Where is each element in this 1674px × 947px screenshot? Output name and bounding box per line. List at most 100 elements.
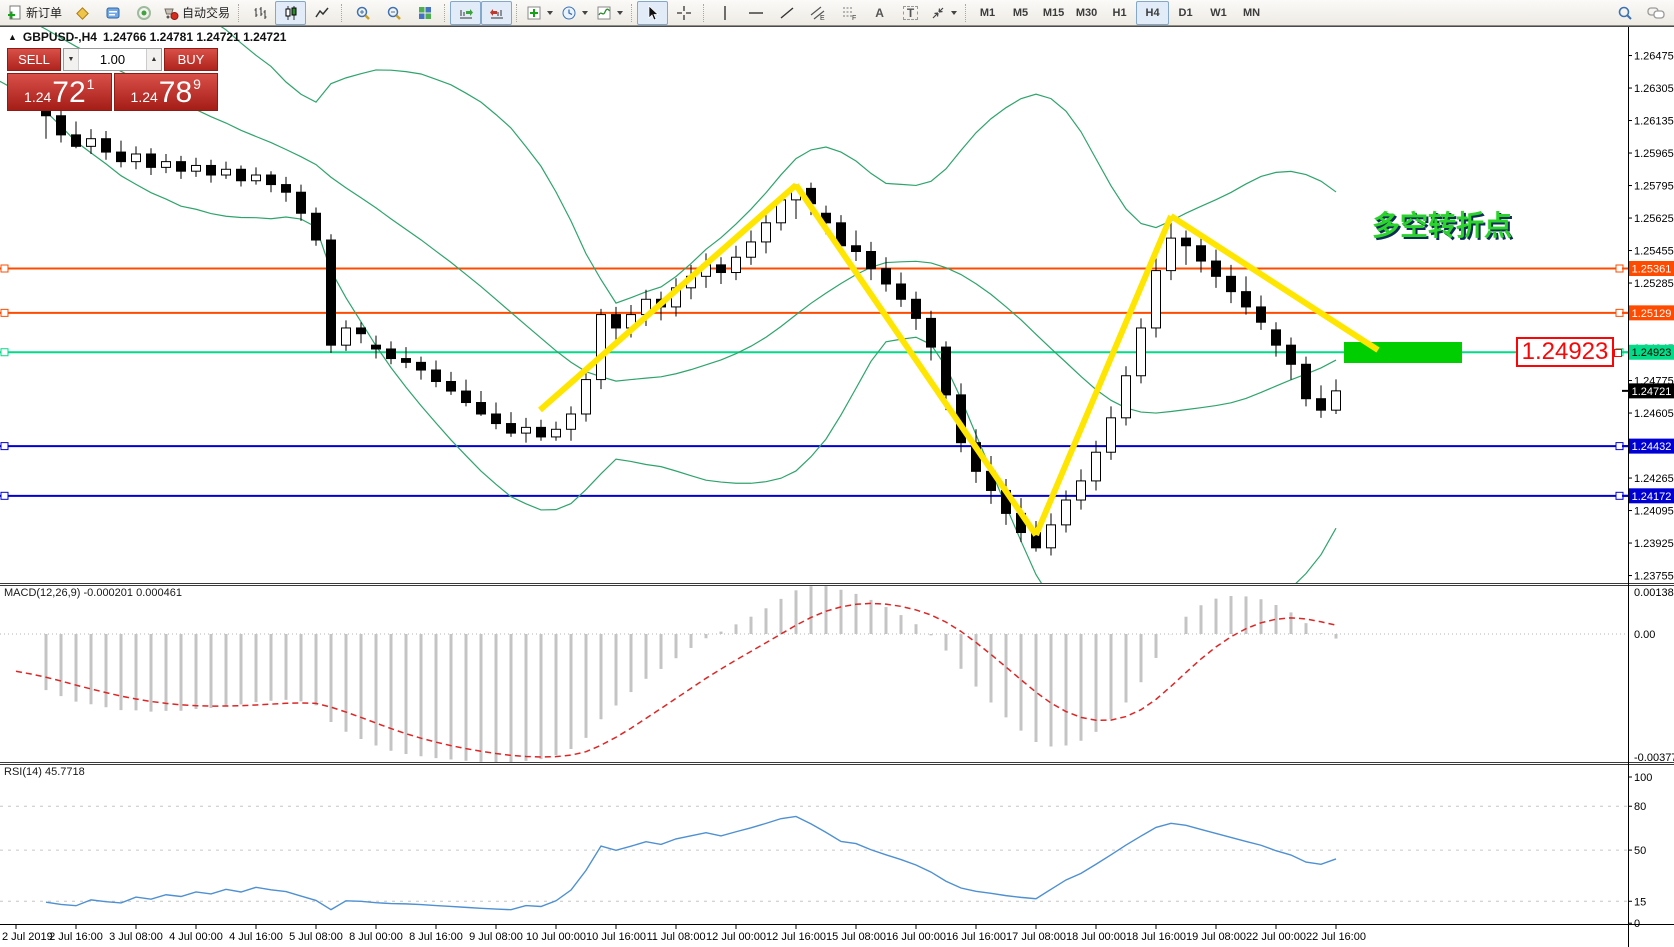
template-icon — [596, 5, 612, 21]
zoom-out-button[interactable] — [378, 1, 409, 25]
terminal-button[interactable] — [97, 1, 128, 25]
new-order-label: 新订单 — [26, 4, 62, 21]
fibonacci-icon: F — [841, 5, 857, 21]
time-axis-label: 22 Jul 00:00 — [1246, 931, 1306, 943]
axis-label: 1.24265 — [1634, 473, 1674, 485]
autotrading-label: 自动交易 — [182, 4, 230, 21]
timeframe-m1-button[interactable]: M1 — [971, 1, 1004, 25]
ohlc-values: 1.24766 1.24781 1.24721 1.24721 — [103, 30, 287, 44]
arrows-tool-button[interactable] — [926, 1, 961, 25]
macd-indicator-label: MACD(12,26,9) -0.000201 0.000461 — [4, 587, 182, 599]
candlestick-chart-button[interactable] — [275, 1, 306, 25]
toolbar-separator — [341, 4, 343, 22]
line-handle[interactable] — [1, 443, 8, 450]
metaeditor-button[interactable] — [66, 1, 97, 25]
periods-button[interactable] — [557, 1, 592, 25]
bar-chart-button[interactable] — [244, 1, 275, 25]
search-button[interactable] — [1609, 1, 1640, 25]
macd-signal-value: 0.000461 — [136, 587, 182, 599]
timeframe-h1-button[interactable]: H1 — [1103, 1, 1136, 25]
chevron-down-icon — [582, 11, 588, 15]
autotrading-button[interactable]: 自动交易 — [159, 1, 234, 25]
line-handle[interactable] — [1616, 309, 1623, 316]
toolbar-separator — [516, 4, 518, 22]
volume-decrease-button[interactable]: ▼ — [64, 49, 79, 70]
auto-scroll-button[interactable] — [450, 1, 481, 25]
buy-button[interactable]: BUY — [164, 48, 218, 71]
buy-price-panel[interactable]: 1.24 78 9 — [114, 73, 219, 111]
macd-main-value: -0.000201 — [83, 587, 133, 599]
candlestick-chart-icon — [283, 5, 299, 21]
text-label-tool-button[interactable]: T — [895, 1, 926, 25]
buy-price-big: 78 — [159, 78, 192, 108]
timeframe-m15-button[interactable]: M15 — [1037, 1, 1070, 25]
zoom-in-icon — [355, 5, 371, 21]
highlight-zone-rect[interactable] — [1344, 342, 1462, 363]
timeframe-m30-button[interactable]: M30 — [1070, 1, 1103, 25]
new-order-button[interactable]: 新订单 — [3, 1, 66, 25]
price-callout-label[interactable]: 1.24923 — [1516, 337, 1614, 367]
axis-label: 80 — [1634, 801, 1646, 813]
toolbar-separator — [238, 4, 240, 22]
trendline-tool-button[interactable] — [771, 1, 802, 25]
chart-canvas[interactable]: 1.264751.263051.261351.259651.257951.256… — [0, 0, 1674, 947]
crosshair-tool-button[interactable] — [668, 1, 699, 25]
timeframe-h4-button[interactable]: H4 — [1136, 1, 1169, 25]
timeframe-w1-button[interactable]: W1 — [1202, 1, 1235, 25]
chart-text-annotation[interactable]: 多空转折点 — [1372, 204, 1512, 244]
timeframe-m5-button[interactable]: M5 — [1004, 1, 1037, 25]
time-axis-label: 2 Jul 2019 — [2, 931, 53, 943]
tile-windows-button[interactable] — [409, 1, 440, 25]
fibonacci-tool-button[interactable]: F — [833, 1, 864, 25]
indicators-button[interactable] — [522, 1, 557, 25]
line-handle[interactable] — [1616, 492, 1623, 499]
line-handle[interactable] — [1, 349, 8, 356]
horizontal-line-icon — [748, 5, 764, 21]
axis-label: 1.24095 — [1634, 506, 1674, 518]
axis-label: 1.24605 — [1634, 408, 1674, 420]
axis-label: 0.001381 — [1634, 587, 1674, 599]
templates-button[interactable] — [592, 1, 627, 25]
crosshair-icon — [676, 5, 692, 21]
time-axis-label: 12 Jul 00:00 — [706, 931, 766, 943]
volume-input[interactable] — [79, 49, 146, 70]
line-handle[interactable] — [1616, 443, 1623, 450]
text-tool-button[interactable]: A — [864, 1, 895, 25]
axis-label: 1.25965 — [1634, 148, 1674, 160]
sell-price-panel[interactable]: 1.24 72 1 — [7, 73, 112, 111]
line-handle[interactable] — [1, 265, 8, 272]
collapse-panel-icon[interactable]: ▲ — [8, 32, 17, 42]
equidistant-channel-tool-button[interactable]: E — [802, 1, 833, 25]
line-chart-button[interactable] — [306, 1, 337, 25]
axis-label: 0 — [1634, 918, 1640, 930]
chat-button[interactable] — [1640, 1, 1671, 25]
rsi-value: 45.7718 — [45, 766, 85, 778]
time-axis-label: 4 Jul 00:00 — [169, 931, 223, 943]
vertical-line-tool-button[interactable] — [709, 1, 740, 25]
strategy-tester-button[interactable] — [128, 1, 159, 25]
timeframe-mn-button[interactable]: MN — [1235, 1, 1268, 25]
time-axis-label: 9 Jul 08:00 — [469, 931, 523, 943]
time-axis-label: 12 Jul 16:00 — [766, 931, 826, 943]
cursor-icon — [645, 5, 661, 21]
volume-increase-button[interactable]: ▲ — [146, 49, 161, 70]
horizontal-line-tool-button[interactable] — [740, 1, 771, 25]
price-badge-label: 1.25129 — [1632, 308, 1672, 320]
svg-text:E: E — [820, 15, 825, 21]
chart-shift-button[interactable] — [481, 1, 512, 25]
axis-label: 1.26135 — [1634, 116, 1674, 128]
cursor-tool-button[interactable] — [637, 1, 668, 25]
axis-label: 0.00 — [1634, 629, 1655, 641]
line-handle[interactable] — [1, 492, 8, 499]
time-axis-label: 10 Jul 16:00 — [586, 931, 646, 943]
sell-button[interactable]: SELL — [7, 48, 61, 71]
axis-label: 1.23755 — [1634, 571, 1674, 583]
toolbar-separator — [965, 4, 967, 22]
timeframe-d1-button[interactable]: D1 — [1169, 1, 1202, 25]
chevron-down-icon — [617, 11, 623, 15]
line-handle[interactable] — [1616, 265, 1623, 272]
zoom-in-button[interactable] — [347, 1, 378, 25]
time-axis-label: 17 Jul 08:00 — [1006, 931, 1066, 943]
line-handle[interactable] — [1, 309, 8, 316]
callout-anchor-handle[interactable] — [1614, 349, 1622, 357]
